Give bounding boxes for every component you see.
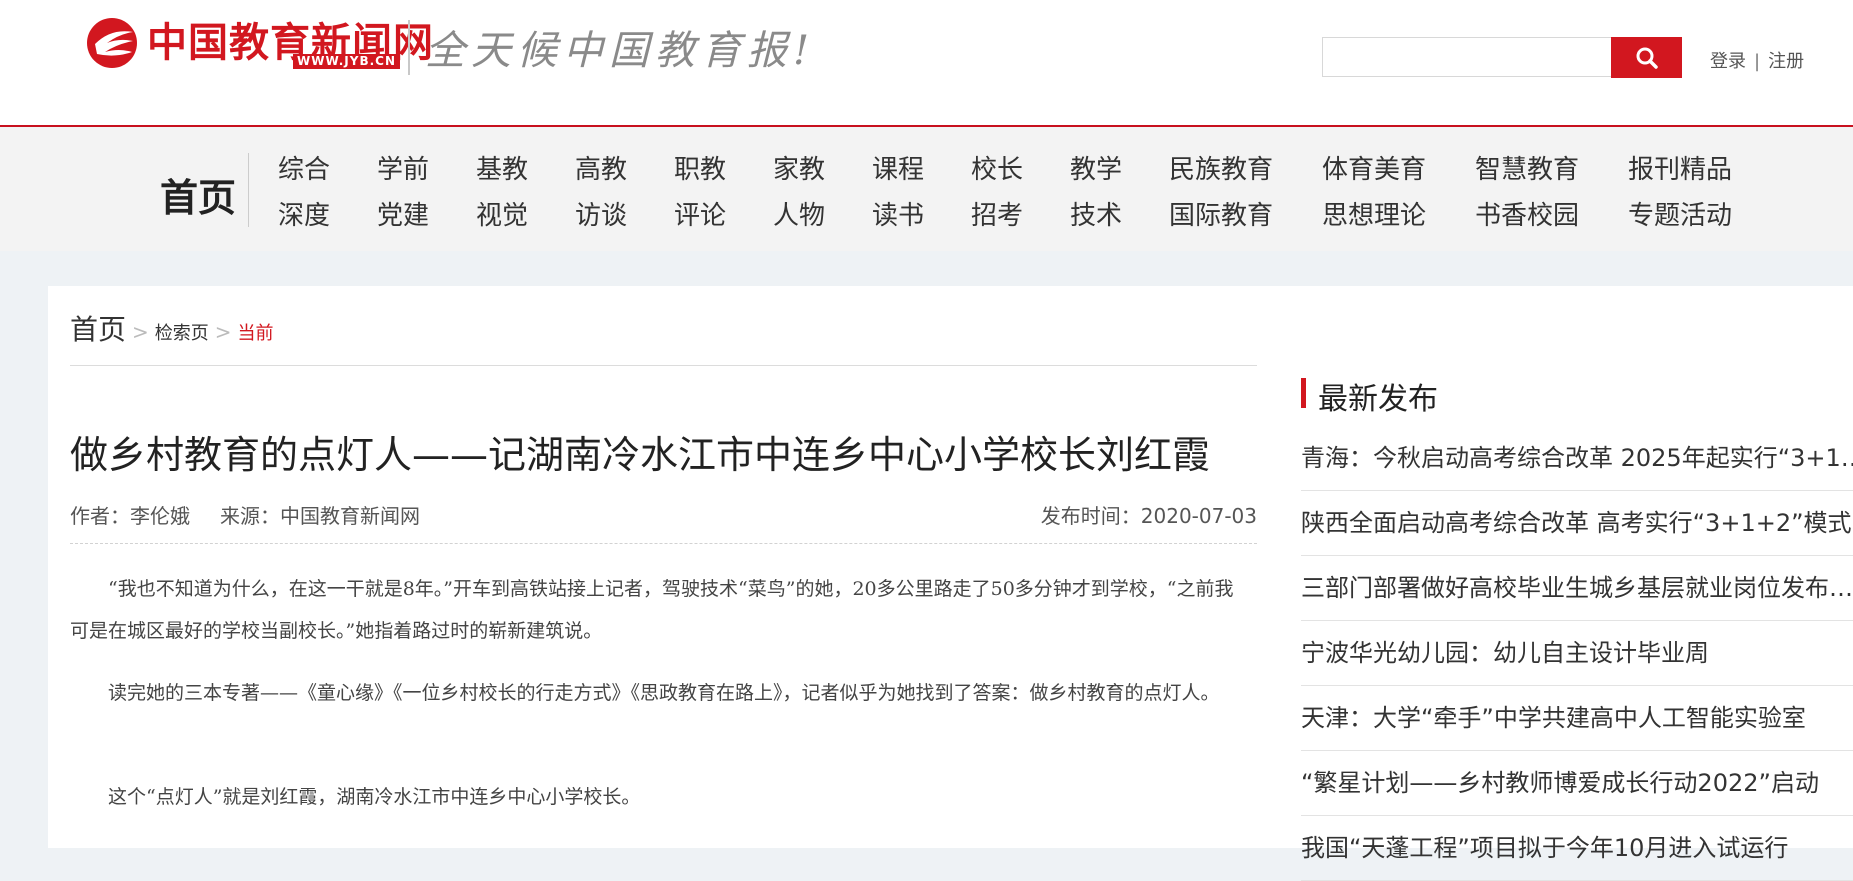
news-item[interactable]: 我国“天蓬工程”项目拟于今年10月进入试运行: [1301, 816, 1853, 881]
breadcrumb-current: 当前: [237, 323, 274, 344]
nav-item[interactable]: 课程: [872, 149, 971, 186]
nav-item[interactable]: 访谈: [575, 195, 674, 232]
nav-item[interactable]: 国际教育: [1169, 195, 1322, 232]
nav-item[interactable]: 校长: [971, 149, 1070, 186]
article-meta: 作者：李伦娥 来源：中国教育新闻网: [70, 500, 420, 529]
nav-item[interactable]: 党建: [377, 195, 476, 232]
register-link[interactable]: 注册: [1768, 51, 1804, 72]
nav-item[interactable]: 民族教育: [1169, 149, 1322, 186]
news-list: 青海：今秋启动高考综合改革 2025年起实行“3+1+2”模式 陕西全面启动高考…: [1301, 426, 1853, 881]
sidebar-accent-bar: [1301, 378, 1306, 408]
breadcrumb-divider: [70, 365, 1257, 366]
slogan: 全天候中国教育报!: [425, 28, 816, 74]
latest-news-sidebar: 最新发布 青海：今秋启动高考综合改革 2025年起实行“3+1+2”模式 陕西全…: [1301, 366, 1853, 881]
nav-item[interactable]: 职教: [674, 149, 773, 186]
nav-item[interactable]: 技术: [1070, 195, 1169, 232]
nav-item[interactable]: 教学: [1070, 149, 1169, 186]
nav-item[interactable]: 专题活动: [1628, 195, 1732, 232]
content-panel: 首页 > 检索页 > 当前 做乡村教育的点灯人——记湖南冷水江市中连乡中心小学校…: [48, 286, 1853, 881]
nav-item[interactable]: 高教: [575, 149, 674, 186]
article-date: 发布时间：2020-07-03: [1040, 504, 1257, 528]
nav-item[interactable]: 人物: [773, 195, 872, 232]
nav-item[interactable]: 思想理论: [1322, 195, 1475, 232]
site-header: 中国教育新闻网 WWW.JYB.CN 全天候中国教育报! 登录 | 注册: [0, 0, 1853, 127]
news-item[interactable]: 青海：今秋启动高考综合改革 2025年起实行“3+1+2”模式: [1301, 426, 1853, 491]
nav-item[interactable]: 视觉: [476, 195, 575, 232]
logo-url: WWW.JYB.CN: [293, 54, 400, 69]
chevron-right-icon: >: [214, 320, 232, 344]
article-paragraph: “我也不知道为什么，在这一干就是8年。”开车到高铁站接上记者，驾驶技术“菜鸟”的…: [70, 578, 1234, 642]
nav-item[interactable]: 智慧教育: [1475, 149, 1628, 186]
logo-divider: [408, 20, 410, 75]
search-icon: [1636, 47, 1658, 69]
nav-row-2: 深度 党建 视觉 访谈 评论 人物 读书 招考 技术 国际教育 思想理论 书香校…: [278, 195, 1732, 232]
nav-item[interactable]: 综合: [278, 149, 377, 186]
auth-links: 登录 | 注册: [1710, 47, 1804, 73]
article-title: 做乡村教育的点灯人——记湖南冷水江市中连乡中心小学校长刘红霞: [70, 433, 1211, 477]
article-author: 作者：李伦娥: [70, 504, 190, 528]
sidebar-title: 最新发布: [1318, 382, 1438, 417]
nav-divider: [248, 153, 249, 227]
news-item[interactable]: 陕西全面启动高考综合改革 高考实行“3+1+2”模式: [1301, 491, 1853, 556]
breadcrumb-home[interactable]: 首页: [70, 308, 126, 348]
article-paragraph: 这个“点灯人”就是刘红霞，湖南冷水江市中连乡中心小学校长。: [108, 786, 641, 808]
nav-home[interactable]: 首页: [160, 167, 236, 222]
news-item[interactable]: “繁星计划——乡村教师博爱成长行动2022”启动: [1301, 751, 1853, 816]
nav-row-1: 综合 学前 基教 高教 职教 家教 课程 校长 教学 民族教育 体育美育 智慧教…: [278, 149, 1732, 186]
nav-item[interactable]: 报刊精品: [1628, 149, 1732, 186]
news-item[interactable]: 宁波华光幼儿园：幼儿自主设计毕业周: [1301, 621, 1853, 686]
nav-item[interactable]: 书香校园: [1475, 195, 1628, 232]
news-item[interactable]: 三部门部署做好高校毕业生城乡基层就业岗位发布工作: [1301, 556, 1853, 621]
news-item[interactable]: 天津：大学“牵手”中学共建高中人工智能实验室: [1301, 686, 1853, 751]
breadcrumb: 首页 > 检索页 > 当前: [70, 308, 274, 348]
search-input[interactable]: [1322, 37, 1612, 77]
nav-item[interactable]: 体育美育: [1322, 149, 1475, 186]
nav-item[interactable]: 基教: [476, 149, 575, 186]
nav-item[interactable]: 招考: [971, 195, 1070, 232]
article-source: 来源：中国教育新闻网: [220, 504, 420, 528]
chevron-right-icon: >: [132, 320, 149, 344]
site-logo[interactable]: 中国教育新闻网 WWW.JYB.CN: [85, 16, 434, 70]
auth-separator: |: [1754, 51, 1761, 72]
nav-item[interactable]: 读书: [872, 195, 971, 232]
login-link[interactable]: 登录: [1710, 51, 1746, 72]
nav-item[interactable]: 评论: [674, 195, 773, 232]
article-paragraph: 读完她的三本专著——《童心缘》《一位乡村校长的行走方式》《思政教育在路上》，记者…: [108, 682, 1220, 704]
nav-item[interactable]: 学前: [377, 149, 476, 186]
meta-divider: [70, 543, 1257, 544]
search-button[interactable]: [1611, 37, 1682, 78]
nav-item[interactable]: 家教: [773, 149, 872, 186]
main-nav: 首页 综合 学前 基教 高教 职教 家教 课程 校长 教学 民族教育 体育美育 …: [0, 127, 1853, 251]
sidebar-header: 最新发布: [1301, 366, 1853, 426]
breadcrumb-search[interactable]: 检索页: [155, 319, 209, 345]
nav-item[interactable]: 深度: [278, 195, 377, 232]
logo-e-icon: [85, 16, 139, 70]
